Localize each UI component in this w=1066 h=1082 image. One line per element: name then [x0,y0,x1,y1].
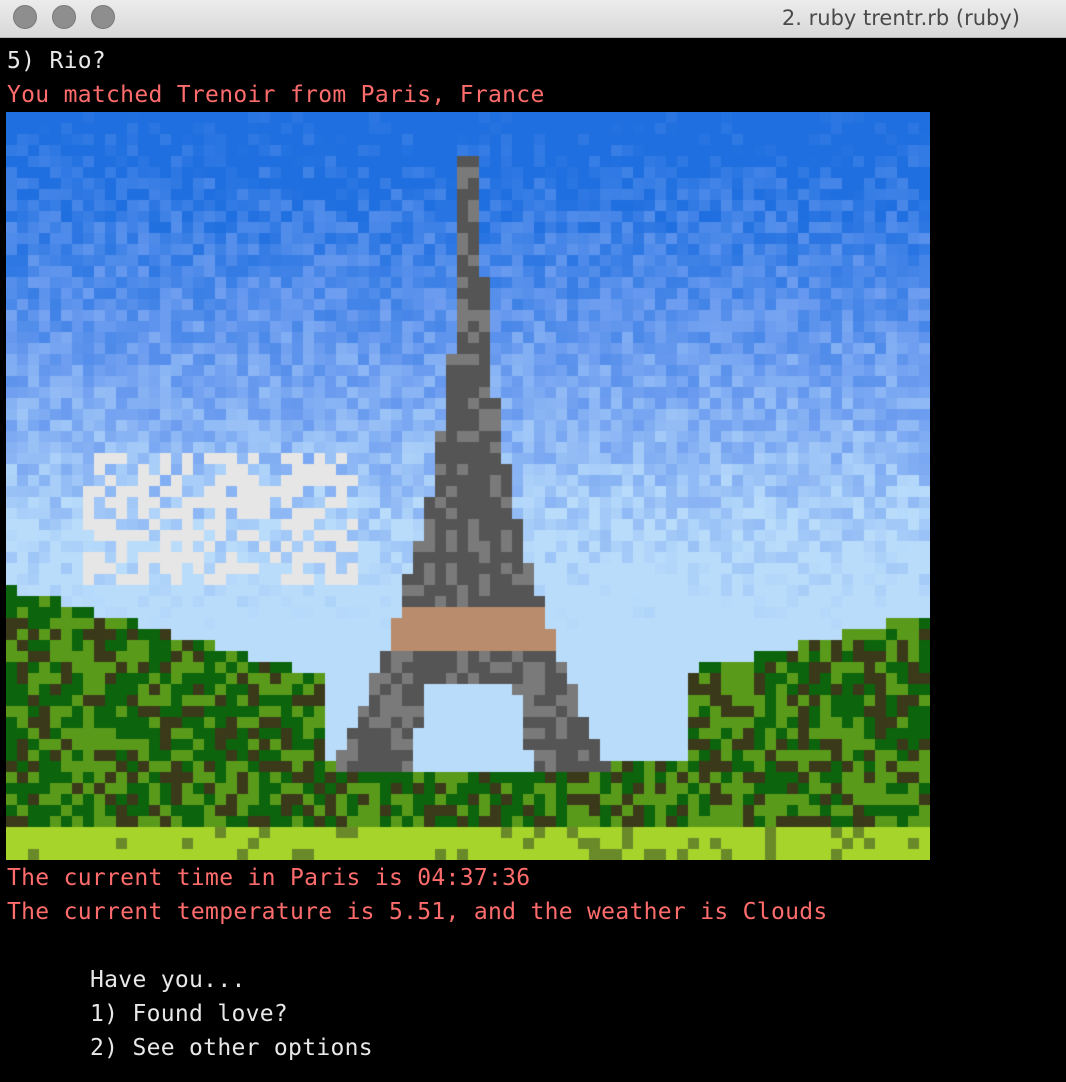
menu-option-found-love[interactable]: 1) Found love? [90,997,288,1031]
eiffel-tower-pixel-art-image [6,112,930,860]
window-titlebar: 2. ruby trentr.rb (ruby) [0,0,1066,38]
weather-line: The current temperature is 5.51, and the… [7,899,828,925]
menu-heading: Have you... [90,967,246,993]
match-line: You matched Trenoir from Paris, France [7,82,545,108]
time-line: The current time in Paris is 04:37:36 [7,865,531,891]
prompt-line: 5) Rio? [7,48,107,74]
close-button[interactable] [13,5,37,29]
minimize-button[interactable] [52,5,76,29]
zoom-button[interactable] [91,5,115,29]
menu-option-see-other[interactable]: 2) See other options [90,1031,373,1065]
window-title: 2. ruby trentr.rb (ruby) [781,6,1020,30]
